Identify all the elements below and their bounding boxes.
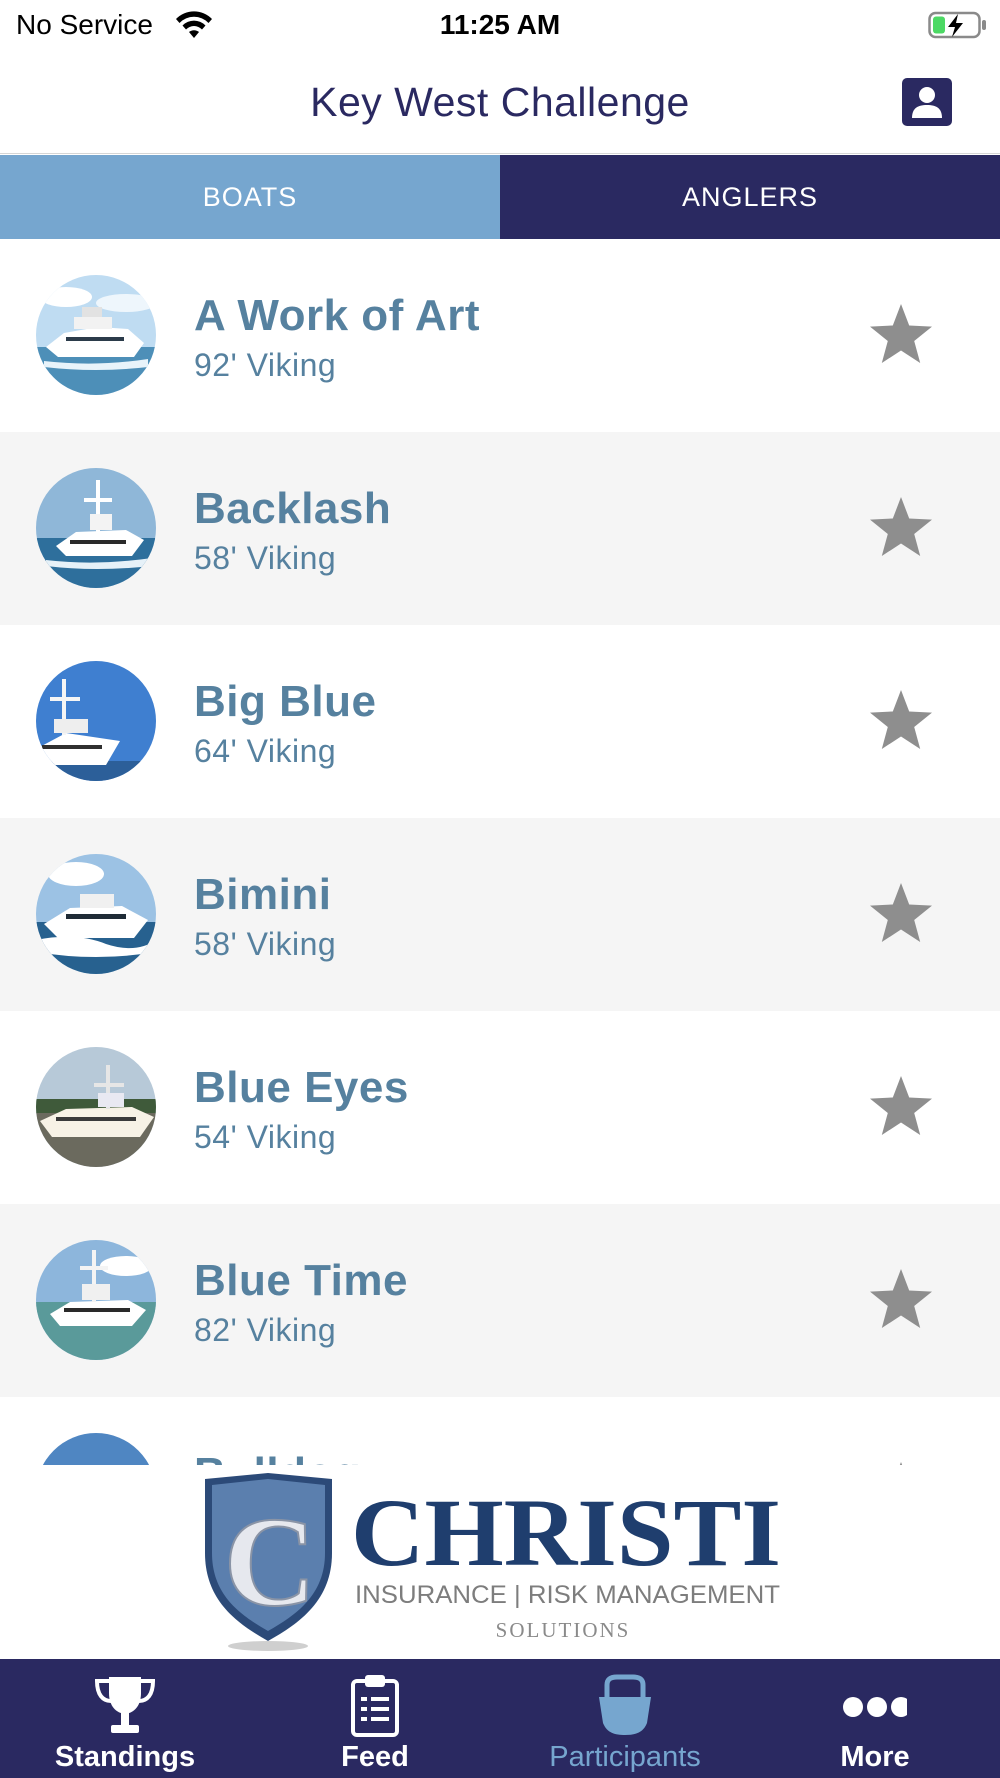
- boat-photo: [36, 275, 156, 395]
- favorite-star-icon[interactable]: [866, 1073, 936, 1143]
- sponsor-banner[interactable]: C CHRISTI INSURANCE | RISK MANAGEMENT SO…: [0, 1465, 1000, 1659]
- battery-charging-icon: [928, 11, 986, 39]
- tab-boats[interactable]: BOATS: [0, 155, 500, 239]
- tabbar-more[interactable]: More: [750, 1659, 1000, 1778]
- tabbar-participants[interactable]: Participants: [500, 1659, 750, 1778]
- trophy-icon: [94, 1677, 156, 1733]
- boat-photo: [36, 1433, 156, 1465]
- boat-name: Bulldog: [194, 1449, 361, 1465]
- list-item[interactable]: A Work of Art 92' Viking: [0, 239, 1000, 432]
- boat-description: 82' Viking: [194, 1312, 337, 1348]
- favorite-star-icon[interactable]: [866, 1266, 936, 1336]
- boat-name: Bimini: [194, 870, 332, 919]
- favorite-star-icon[interactable]: [866, 494, 936, 564]
- user-icon: [912, 87, 942, 118]
- clock-time: 11:25 AM: [439, 9, 561, 40]
- list-item[interactable]: Big Blue 64' Viking: [0, 625, 1000, 818]
- list-item[interactable]: Bimini 58' Viking: [0, 818, 1000, 1011]
- boat-name: Big Blue: [194, 677, 377, 726]
- nav-header: Key West Challenge: [0, 52, 1000, 154]
- page-title: Key West Challenge: [310, 79, 690, 125]
- tabbar-label: Feed: [341, 1741, 409, 1773]
- sponsor-name: CHRISTI: [351, 1479, 781, 1586]
- boat-name: Blue Time: [194, 1256, 408, 1305]
- boat-description: 64' Viking: [194, 733, 337, 769]
- boat-name: Backlash: [194, 484, 392, 533]
- boat-photo: [36, 468, 156, 588]
- boat-description: 92' Viking: [194, 347, 337, 383]
- list-item[interactable]: Backlash 58' Viking: [0, 432, 1000, 625]
- boat-list: A Work of Art 92' Viking Backlash 58' Vi…: [0, 239, 1000, 1465]
- boat-icon: [599, 1674, 651, 1735]
- more-dots-icon: [843, 1697, 907, 1717]
- boat-description: 54' Viking: [194, 1119, 337, 1155]
- tabbar-label: More: [840, 1741, 910, 1773]
- tabbar-label: Standings: [54, 1741, 196, 1773]
- boat-photo: [36, 1240, 156, 1360]
- profile-button[interactable]: [902, 78, 952, 126]
- list-item[interactable]: Blue Time 82' Viking: [0, 1204, 1000, 1397]
- segment-tabs: BOATS ANGLERS: [0, 155, 1000, 239]
- sponsor-subtitle: SOLUTIONS: [496, 1618, 631, 1642]
- boat-description: 58' Viking: [194, 926, 337, 962]
- sponsor-tagline: INSURANCE | RISK MANAGEMENT: [355, 1581, 780, 1609]
- boat-photo: [36, 854, 156, 974]
- list-item[interactable]: Blue Eyes 54' Viking: [0, 1011, 1000, 1204]
- bottom-tab-bar: Standings Feed Participants More: [0, 1659, 1000, 1778]
- tab-anglers[interactable]: ANGLERS: [500, 155, 1000, 239]
- boat-description: 58' Viking: [194, 540, 337, 576]
- boat-photo: [36, 661, 156, 781]
- favorite-star-icon[interactable]: [866, 301, 936, 371]
- tabbar-feed[interactable]: Feed: [250, 1659, 500, 1778]
- favorite-star-icon[interactable]: [866, 880, 936, 950]
- sponsor-logo-letter: C: [224, 1491, 316, 1633]
- tabbar-standings[interactable]: Standings: [0, 1659, 250, 1778]
- clipboard-icon: [351, 1675, 399, 1737]
- list-item[interactable]: Bulldog: [0, 1397, 1000, 1465]
- sponsor-logo: C CHRISTI INSURANCE | RISK MANAGEMENT SO…: [205, 1473, 781, 1651]
- favorite-star-icon[interactable]: [866, 687, 936, 757]
- status-bar: No Service 11:25 AM: [0, 0, 1000, 52]
- boat-name: Blue Eyes: [194, 1063, 409, 1112]
- boat-photo: [36, 1047, 156, 1167]
- tabbar-label: Participants: [549, 1741, 701, 1773]
- boat-name: A Work of Art: [194, 291, 480, 340]
